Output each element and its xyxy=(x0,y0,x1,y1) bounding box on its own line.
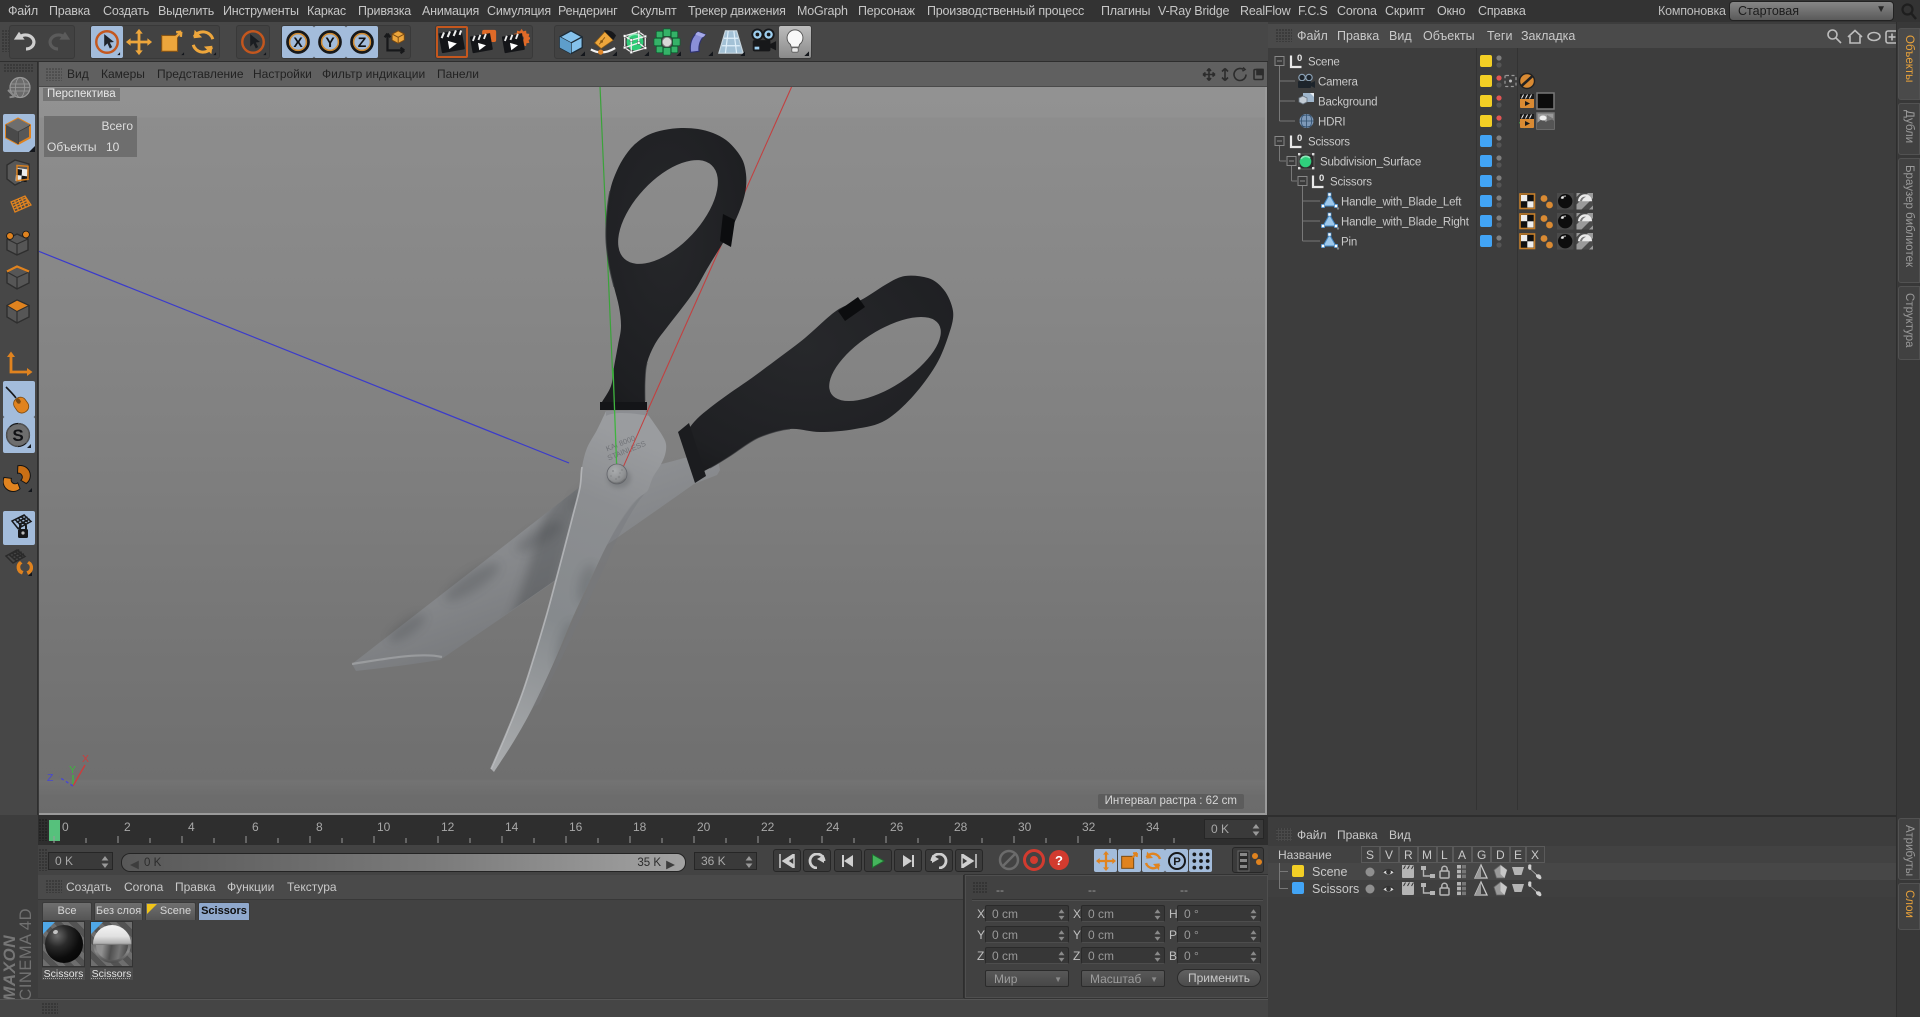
svg-text:0: 0 xyxy=(1297,53,1302,64)
svg-text:Scene: Scene xyxy=(1308,57,1340,69)
svg-text:R: R xyxy=(1404,848,1413,862)
svg-text:Y: Y xyxy=(325,34,335,50)
svg-text:S: S xyxy=(12,426,23,445)
svg-text:0: 0 xyxy=(1319,173,1324,184)
svg-text:14: 14 xyxy=(505,820,519,834)
svg-text:E: E xyxy=(1514,848,1522,862)
svg-text:Название: Название xyxy=(1278,848,1332,862)
svg-text:Scissors: Scissors xyxy=(1308,137,1350,149)
svg-text:D: D xyxy=(1496,848,1505,862)
svg-text:Scissors: Scissors xyxy=(1330,177,1372,189)
svg-text:S: S xyxy=(1366,848,1374,862)
svg-text:6: 6 xyxy=(252,820,259,834)
svg-text:28: 28 xyxy=(954,820,968,834)
svg-text:HDRI: HDRI xyxy=(1318,117,1345,129)
svg-text:X: X xyxy=(293,34,303,50)
svg-text:P: P xyxy=(1173,856,1181,868)
svg-text:16: 16 xyxy=(569,820,583,834)
svg-text:Camera: Camera xyxy=(1318,77,1359,89)
svg-text:G: G xyxy=(1477,848,1486,862)
svg-text:Z: Z xyxy=(47,772,54,784)
svg-text:Z: Z xyxy=(358,34,367,50)
svg-text:20: 20 xyxy=(697,820,711,834)
svg-text:8: 8 xyxy=(316,820,323,834)
svg-text:2: 2 xyxy=(124,820,131,834)
svg-text:32: 32 xyxy=(1082,820,1096,834)
svg-text:Scissors: Scissors xyxy=(1312,882,1359,896)
svg-text:L: L xyxy=(1441,848,1448,862)
svg-text:Scene: Scene xyxy=(1312,865,1347,879)
svg-text:0: 0 xyxy=(62,820,69,834)
svg-text:0: 0 xyxy=(1297,133,1302,144)
svg-text:26: 26 xyxy=(890,820,904,834)
svg-text:Subdivision_Surface: Subdivision_Surface xyxy=(1320,157,1421,169)
svg-text:12: 12 xyxy=(441,820,455,834)
svg-text:X: X xyxy=(82,753,89,765)
svg-text:18: 18 xyxy=(633,820,647,834)
svg-text:Pin: Pin xyxy=(1341,237,1357,249)
svg-text:10: 10 xyxy=(377,820,391,834)
svg-text:Background: Background xyxy=(1318,97,1377,109)
svg-text:M: M xyxy=(1422,848,1432,862)
svg-text:34: 34 xyxy=(1146,820,1160,834)
svg-text:Handle_with_Blade_Right: Handle_with_Blade_Right xyxy=(1341,217,1470,229)
svg-text:4: 4 xyxy=(188,820,195,834)
svg-text:V: V xyxy=(1385,848,1393,862)
svg-text:Handle_with_Blade_Left: Handle_with_Blade_Left xyxy=(1341,197,1462,209)
svg-text:?: ? xyxy=(1055,853,1063,868)
svg-text:22: 22 xyxy=(761,820,775,834)
svg-text:X: X xyxy=(1531,848,1539,862)
svg-text:Y: Y xyxy=(69,764,76,776)
svg-text:24: 24 xyxy=(826,820,840,834)
svg-text:30: 30 xyxy=(1018,820,1032,834)
svg-text:A: A xyxy=(1458,848,1466,862)
